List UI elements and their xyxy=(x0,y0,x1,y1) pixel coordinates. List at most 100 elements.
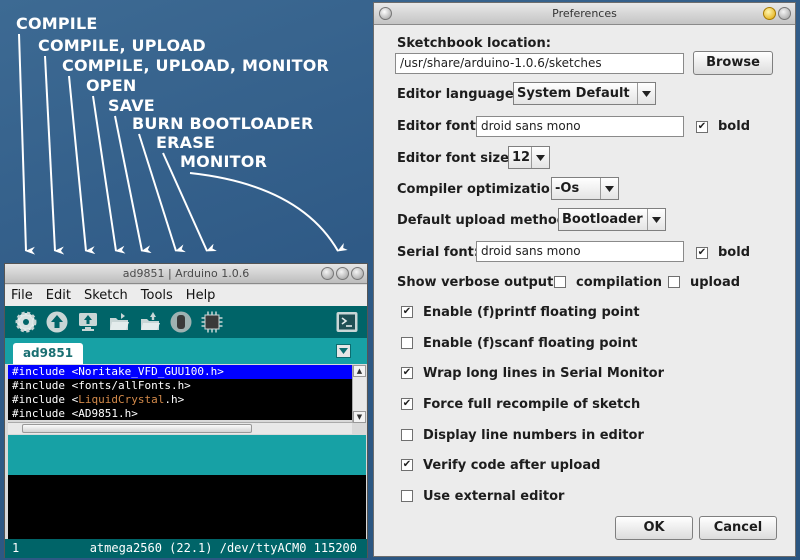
browse-button[interactable]: Browse xyxy=(693,51,773,75)
printf-float-label: Enable (f)printf floating point xyxy=(423,305,640,320)
arduino-toolbar xyxy=(5,306,367,338)
dropdown-arrow xyxy=(647,209,665,230)
arrow-compile xyxy=(18,33,36,255)
force-recompile-checkbox[interactable]: ✔ xyxy=(401,398,413,410)
arrow-burn-bootloader xyxy=(138,133,186,253)
minimize-button[interactable] xyxy=(321,267,334,280)
verbose-upload-checkbox[interactable] xyxy=(668,276,680,288)
code-line: #include <fonts/allFonts.h> xyxy=(12,379,191,392)
code-line: #include <LiquidCrystal.h> xyxy=(8,393,352,407)
compile-button[interactable] xyxy=(14,310,38,334)
code-token-library: LiquidCrystal xyxy=(78,393,165,406)
upload-arrow-icon xyxy=(46,311,68,333)
code-line: #include <AD9851.h> xyxy=(12,407,138,420)
upload-method-label: Default upload method: xyxy=(397,213,572,228)
arduino-titlebar[interactable]: ad9851 | Arduino 1.0.6 xyxy=(5,264,367,284)
horizontal-scroll-thumb[interactable] xyxy=(22,424,252,433)
serial-font-label: Serial font: xyxy=(397,245,480,260)
console-output xyxy=(8,475,366,539)
scanf-float-label: Enable (f)scanf floating point xyxy=(423,336,638,351)
arrow-monitor xyxy=(189,172,348,252)
upload-method-select[interactable]: Bootloader xyxy=(558,208,666,231)
external-editor-checkbox[interactable] xyxy=(401,490,413,502)
sketchbook-location-label: Sketchbook location: xyxy=(397,36,551,51)
editor-vertical-scrollbar[interactable]: ▲ ▼ xyxy=(352,365,366,423)
verbose-output-label: Show verbose output: xyxy=(397,275,559,290)
code-line: #include <Noritake_VFD_GUU100.h> xyxy=(8,365,352,379)
tab-menu-button[interactable] xyxy=(336,344,351,358)
wrap-lines-checkbox[interactable]: ✔ xyxy=(401,367,413,379)
serial-font-field[interactable]: droid sans mono xyxy=(476,241,684,262)
preferences-title: Preferences xyxy=(552,7,617,20)
arrow-save xyxy=(114,115,152,254)
burn-bootloader-button[interactable] xyxy=(169,310,193,334)
code-editor[interactable]: #include <Noritake_VFD_GUU100.h> #includ… xyxy=(8,365,352,420)
chip-erase-icon xyxy=(201,311,223,333)
close-button[interactable] xyxy=(778,7,791,20)
menu-sketch[interactable]: Sketch xyxy=(84,288,128,303)
cancel-button[interactable]: Cancel xyxy=(699,516,777,540)
upload-monitor-icon xyxy=(79,313,97,331)
line-numbers-checkbox[interactable] xyxy=(401,429,413,441)
status-line-number: 1 xyxy=(12,541,20,555)
code-token: #include < xyxy=(12,393,79,406)
sketchbook-location-field[interactable]: /usr/share/arduino-1.0.6/sketches xyxy=(395,53,684,74)
window-menu-icon[interactable] xyxy=(379,7,392,20)
serial-monitor-icon xyxy=(336,312,358,332)
editor-font-size-select[interactable]: 12 xyxy=(508,146,550,169)
arduino-title: ad9851 | Arduino 1.0.6 xyxy=(122,267,250,280)
scroll-up-arrow[interactable]: ▲ xyxy=(353,365,366,377)
menu-tools[interactable]: Tools xyxy=(141,288,173,303)
menu-help[interactable]: Help xyxy=(186,288,216,303)
chevron-down-icon xyxy=(652,216,661,223)
editor-font-label: Editor font: xyxy=(397,119,481,134)
gear-icon xyxy=(15,311,37,333)
scroll-down-arrow[interactable]: ▼ xyxy=(353,411,366,423)
verify-upload-checkbox[interactable]: ✔ xyxy=(401,459,413,471)
code-token: .h> xyxy=(164,393,185,406)
wrap-lines-label: Wrap long lines in Serial Monitor xyxy=(423,366,665,381)
upload-monitor-button[interactable] xyxy=(76,310,100,334)
arrow-open xyxy=(92,95,126,254)
editor-font-bold-label: bold xyxy=(718,119,750,134)
serial-monitor-button[interactable] xyxy=(335,310,359,334)
chevron-down-icon xyxy=(605,185,614,192)
verbose-compilation-label: compilation xyxy=(576,275,663,290)
maximize-button[interactable] xyxy=(336,267,349,280)
dropdown-arrow xyxy=(600,178,618,199)
arrow-erase xyxy=(162,152,217,252)
editor-horizontal-scrollbar[interactable] xyxy=(8,422,352,434)
compiler-optimization-label: Compiler optimization: xyxy=(397,182,565,197)
save-button[interactable] xyxy=(138,310,162,334)
minimize-button[interactable] xyxy=(763,7,776,20)
verbose-compilation-checkbox[interactable] xyxy=(554,276,566,288)
editor-font-field[interactable]: droid sans mono xyxy=(476,116,684,137)
save-folder-icon xyxy=(141,312,160,330)
force-recompile-label: Force full recompile of sketch xyxy=(423,397,641,412)
compiler-optimization-value: -Os xyxy=(555,181,580,196)
chevron-down-icon xyxy=(339,348,348,354)
external-editor-label: Use external editor xyxy=(423,489,565,504)
scanf-float-checkbox[interactable] xyxy=(401,337,413,349)
preferences-titlebar[interactable]: Preferences xyxy=(374,3,795,25)
line-numbers-label: Display line numbers in editor xyxy=(423,428,644,443)
editor-language-value: System Default xyxy=(517,86,630,101)
chevron-down-icon xyxy=(642,90,651,97)
compiler-optimization-select[interactable]: -Os xyxy=(551,177,619,200)
upload-button[interactable] xyxy=(45,310,69,334)
serial-font-bold-checkbox[interactable]: ✔ xyxy=(696,247,708,259)
close-button[interactable] xyxy=(351,267,364,280)
editor-font-bold-checkbox[interactable]: ✔ xyxy=(696,121,708,133)
dropdown-arrow xyxy=(637,83,655,104)
ok-button[interactable]: OK xyxy=(615,516,693,540)
printf-float-checkbox[interactable]: ✔ xyxy=(401,306,413,318)
dropdown-arrow xyxy=(531,147,549,168)
arrow-compile-upload xyxy=(44,55,65,255)
menu-file[interactable]: File xyxy=(11,288,33,303)
erase-button[interactable] xyxy=(200,310,224,334)
menu-edit[interactable]: Edit xyxy=(46,288,71,303)
open-folder-icon xyxy=(110,313,129,330)
open-button[interactable] xyxy=(107,310,131,334)
tab-ad9851[interactable]: ad9851 xyxy=(13,343,83,364)
editor-language-select[interactable]: System Default xyxy=(513,82,656,105)
